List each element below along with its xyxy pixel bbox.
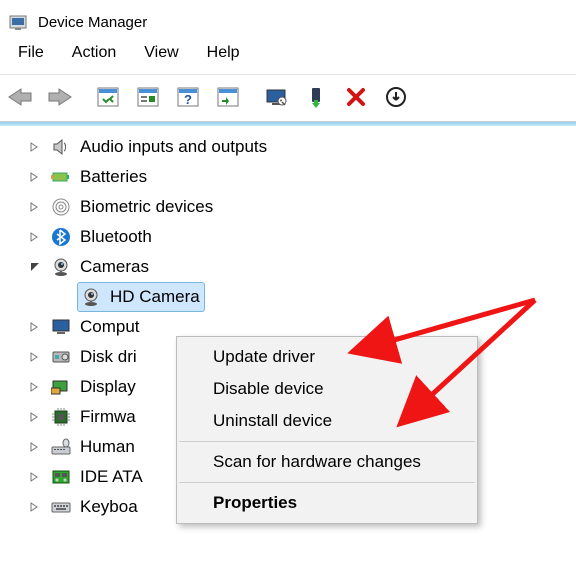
- tree-node-label: Disk dri: [80, 343, 137, 371]
- toolbar: ?: [0, 74, 576, 122]
- tree-node[interactable]: Bluetooth: [30, 222, 576, 252]
- expand-arrow-icon[interactable]: [30, 352, 48, 362]
- context-menu: Update driverDisable deviceUninstall dev…: [176, 336, 478, 524]
- tree-node-label: Display: [80, 373, 136, 401]
- menu-action[interactable]: Action: [58, 42, 130, 70]
- tree-node[interactable]: Biometric devices: [30, 192, 576, 222]
- tree-node-label: HD Camera: [110, 283, 200, 311]
- tree-node-label: Batteries: [80, 163, 147, 191]
- camera-icon: [80, 286, 102, 308]
- ide-icon: [50, 466, 72, 488]
- tree-node-label: IDE ATA: [80, 463, 143, 491]
- expand-arrow-icon[interactable]: [30, 412, 48, 422]
- expand-arrow-icon[interactable]: [30, 232, 48, 242]
- expand-arrow-icon[interactable]: [30, 472, 48, 482]
- add-legacy-button[interactable]: [299, 80, 333, 114]
- fingerprint-icon: [50, 196, 72, 218]
- menu-separator: [179, 482, 475, 483]
- help-button[interactable]: ?: [171, 80, 205, 114]
- tree-node[interactable]: HD Camera: [60, 282, 576, 312]
- tree-node-label: Keyboa: [80, 493, 138, 521]
- hid-icon: [50, 436, 72, 458]
- tree-node-label: Biometric devices: [80, 193, 213, 221]
- collapse-arrow-icon[interactable]: [30, 262, 48, 272]
- menu-file[interactable]: File: [4, 42, 58, 70]
- app-icon: [8, 12, 28, 32]
- menu-view[interactable]: View: [130, 42, 192, 70]
- keyboard-icon: [50, 496, 72, 518]
- tree-node-label: Cameras: [80, 253, 149, 281]
- tree-node-label: Bluetooth: [80, 223, 152, 251]
- computer-icon: [50, 316, 72, 338]
- tree-node-label: Comput: [80, 313, 140, 341]
- expand-arrow-icon[interactable]: [30, 172, 48, 182]
- svg-text:?: ?: [184, 92, 192, 107]
- tree-node[interactable]: Batteries: [30, 162, 576, 192]
- window-title: Device Manager: [38, 14, 147, 31]
- expand-arrow-icon[interactable]: [30, 202, 48, 212]
- context-menu-item[interactable]: Uninstall device: [177, 405, 477, 437]
- tree-node[interactable]: Cameras: [30, 252, 576, 282]
- expand-arrow-icon[interactable]: [30, 502, 48, 512]
- forward-button[interactable]: [43, 80, 77, 114]
- tree-node-label: Audio inputs and outputs: [80, 133, 267, 161]
- back-button[interactable]: [3, 80, 37, 114]
- bluetooth-icon: [50, 226, 72, 248]
- menu-separator: [179, 441, 475, 442]
- tree-node-label: Firmwa: [80, 403, 136, 431]
- expand-arrow-icon[interactable]: [30, 442, 48, 452]
- context-menu-item[interactable]: Disable device: [177, 373, 477, 405]
- display-icon: [50, 376, 72, 398]
- disk-icon: [50, 346, 72, 368]
- view-options-button[interactable]: [131, 80, 165, 114]
- context-menu-item[interactable]: Update driver: [177, 341, 477, 373]
- update-driver-button[interactable]: [379, 80, 413, 114]
- show-hidden-button[interactable]: [91, 80, 125, 114]
- uninstall-button[interactable]: [339, 80, 373, 114]
- titlebar: Device Manager: [0, 0, 576, 40]
- context-menu-item[interactable]: Scan for hardware changes: [177, 446, 477, 478]
- tree-node[interactable]: Audio inputs and outputs: [30, 132, 576, 162]
- remote-button[interactable]: [259, 80, 293, 114]
- expand-arrow-icon[interactable]: [30, 142, 48, 152]
- battery-icon: [50, 166, 72, 188]
- context-menu-item[interactable]: Properties: [177, 487, 477, 519]
- chip-icon: [50, 406, 72, 428]
- tree-node-label: Human: [80, 433, 135, 461]
- expand-arrow-icon[interactable]: [30, 382, 48, 392]
- menubar: File Action View Help: [0, 40, 576, 74]
- speaker-icon: [50, 136, 72, 158]
- menu-help[interactable]: Help: [193, 42, 254, 70]
- camera-icon: [50, 256, 72, 278]
- expand-arrow-icon[interactable]: [30, 322, 48, 332]
- scan-button[interactable]: [211, 80, 245, 114]
